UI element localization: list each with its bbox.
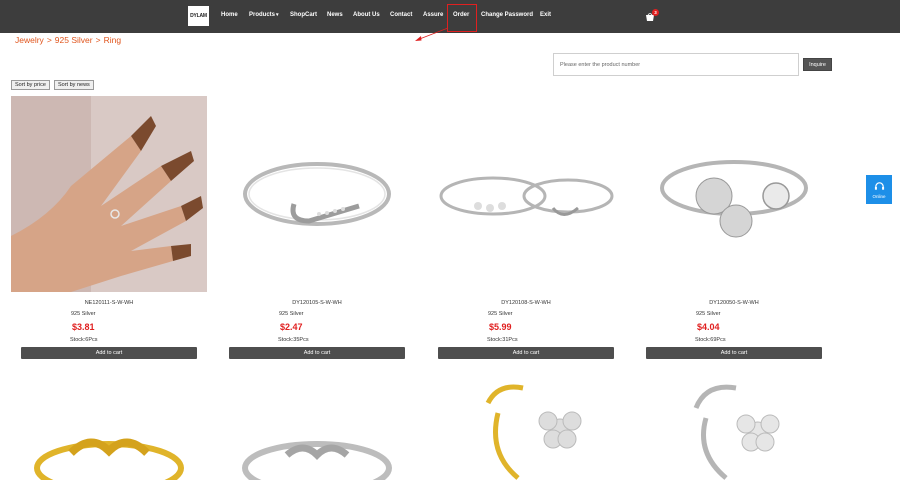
product-material: 925 Silver xyxy=(488,311,513,317)
product-code: NE120111-S-W-WH xyxy=(84,300,134,306)
product-image[interactable] xyxy=(636,96,832,292)
add-to-cart-button[interactable]: Add to cart xyxy=(438,347,614,359)
add-to-cart-button[interactable]: Add to cart xyxy=(229,347,405,359)
annotation-arrow-icon xyxy=(415,27,449,41)
breadcrumb-separator: > xyxy=(46,35,52,45)
product-image[interactable] xyxy=(11,96,207,292)
add-to-cart-button[interactable]: Add to cart xyxy=(21,347,197,359)
product-card: DY120050-S-W-WH 925 Silver $4.04 Stock:6… xyxy=(636,96,832,359)
product-image[interactable] xyxy=(636,373,832,480)
nav-news[interactable]: News xyxy=(327,12,343,18)
product-stock: Stock:69Pcs xyxy=(695,337,726,343)
product-material: 925 Silver xyxy=(279,311,304,317)
inquire-button[interactable]: Inquire xyxy=(803,58,832,71)
product-price: $4.04 xyxy=(697,322,720,332)
product-price: $2.47 xyxy=(280,322,303,332)
product-image[interactable] xyxy=(428,373,624,480)
product-material: 925 Silver xyxy=(696,311,721,317)
nav-about-us[interactable]: About Us xyxy=(353,12,380,18)
product-card: NE120111-S-W-WH 925 Silver $3.81 Stock:6… xyxy=(11,96,207,359)
online-label: Online xyxy=(872,193,886,199)
nav-home[interactable]: Home xyxy=(221,12,238,18)
product-card: DY120105-S-W-WH 925 Silver $2.47 Stock:3… xyxy=(219,96,415,359)
chevron-down-icon: ▾ xyxy=(276,12,279,18)
product-code: DY120108-S-W-WH xyxy=(501,300,551,306)
product-stock: Stock:35Pcs xyxy=(278,337,309,343)
online-chat-button[interactable]: Online xyxy=(866,175,892,204)
nav-assure[interactable]: Assure xyxy=(423,12,443,18)
cart-count-badge: 3 xyxy=(652,9,659,16)
product-image[interactable] xyxy=(11,373,207,480)
product-material: 925 Silver xyxy=(71,311,96,317)
page: DYLAM Home Products▾ ShopCart News About… xyxy=(0,0,900,480)
breadcrumb-925-silver[interactable]: 925 Silver xyxy=(55,35,93,45)
product-image[interactable] xyxy=(219,96,415,292)
breadcrumb-jewelry[interactable]: Jewelry xyxy=(15,35,44,45)
add-to-cart-button[interactable]: Add to cart xyxy=(646,347,822,359)
product-stock: Stock:6Pcs xyxy=(70,337,98,343)
breadcrumb-separator: > xyxy=(95,35,101,45)
nav-contact[interactable]: Contact xyxy=(390,12,412,18)
product-code: DY120050-S-W-WH xyxy=(709,300,759,306)
product-image[interactable] xyxy=(219,373,415,480)
product-card: DY120108-S-W-WH 925 Silver $5.99 Stock:3… xyxy=(428,96,624,359)
nav-products[interactable]: Products▾ xyxy=(249,12,279,18)
nav-exit[interactable]: Exit xyxy=(540,12,551,18)
product-image[interactable] xyxy=(428,96,624,292)
nav-shopcart[interactable]: ShopCart xyxy=(290,12,317,18)
product-price: $5.99 xyxy=(489,322,512,332)
logo[interactable]: DYLAM xyxy=(188,6,209,26)
breadcrumb-ring[interactable]: Ring xyxy=(104,35,121,45)
nav-products-label: Products xyxy=(249,12,276,18)
product-price: $3.81 xyxy=(72,322,95,332)
headset-icon xyxy=(874,181,884,190)
product-code: DY120105-S-W-WH xyxy=(292,300,342,306)
sort-by-news-button[interactable]: Sort by news xyxy=(54,80,94,90)
breadcrumb: Jewelry >925 Silver > Ring xyxy=(15,35,124,45)
sort-by-price-button[interactable]: Sort by price xyxy=(11,80,50,90)
product-stock: Stock:31Pcs xyxy=(487,337,518,343)
product-number-search-input[interactable] xyxy=(553,53,799,76)
nav-change-password[interactable]: Change Password xyxy=(481,12,533,18)
